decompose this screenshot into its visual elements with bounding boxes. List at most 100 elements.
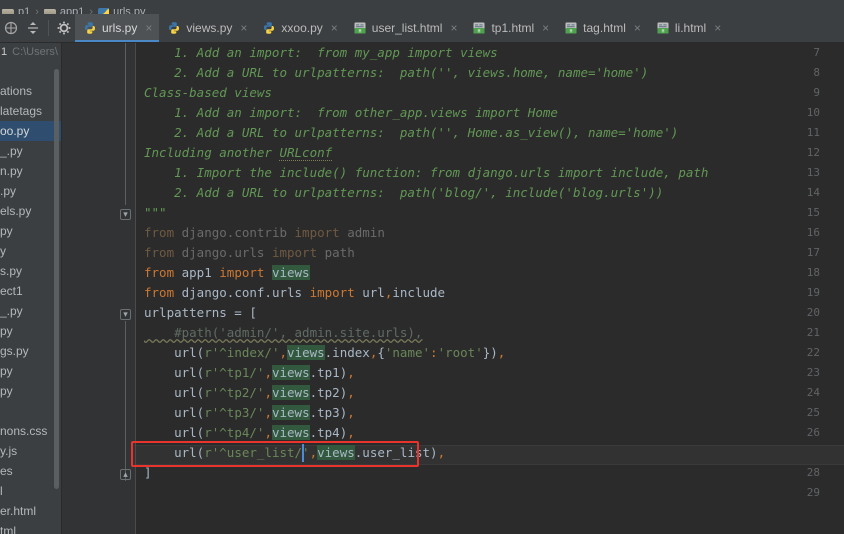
- editor-error-stripe[interactable]: [834, 45, 842, 532]
- tree-item[interactable]: tml: [0, 521, 61, 534]
- tab-close-icon[interactable]: ×: [240, 22, 247, 34]
- tree-item[interactable]: y: [0, 241, 61, 261]
- editor-fold-gutter[interactable]: [117, 43, 136, 534]
- tab-xxoo-py[interactable]: xxoo.py ×: [254, 14, 344, 42]
- tree-item-selected[interactable]: oo.py: [0, 121, 61, 141]
- tab-close-icon[interactable]: ×: [331, 22, 338, 34]
- expand-collapse-icon[interactable]: [22, 14, 44, 42]
- navigate-icon-glyph: [4, 21, 18, 35]
- code-line-10: 1. Add an import: from other_app.views i…: [144, 105, 558, 120]
- breadcrumb-separator: ›: [89, 6, 94, 14]
- fold-guide: [125, 321, 126, 481]
- code-line-15: """: [144, 205, 167, 220]
- python-file-icon: [169, 22, 180, 34]
- fold-guide: [125, 43, 126, 205]
- code-editor[interactable]: 7 8 9 10 11 12 13 14 15 16 17 18 19 20 2…: [62, 43, 844, 534]
- expand-collapse-icon-glyph: [28, 22, 38, 34]
- fold-marker-urlpatterns[interactable]: ▾: [120, 309, 131, 320]
- python-file-icon: [85, 22, 95, 34]
- project-tree-header: 1 C:\Users\: [0, 43, 61, 61]
- html-file-icon: H: [657, 22, 669, 35]
- editor-text-area[interactable]: 1. Add an import: from my_app import vie…: [136, 43, 844, 534]
- settings-gear-icon[interactable]: [53, 14, 75, 42]
- tree-item[interactable]: py: [0, 321, 61, 341]
- tree-item[interactable]: y.js: [0, 441, 61, 461]
- code-line-19: from django.conf.urls import url,include: [144, 285, 446, 300]
- project-path: C:\Users\: [12, 46, 58, 58]
- tab-close-icon[interactable]: ×: [634, 22, 641, 34]
- tab-tag-html[interactable]: H tag.html ×: [556, 14, 648, 42]
- tree-item[interactable]: latetags: [0, 101, 61, 121]
- tab-label: tag.html: [583, 21, 626, 35]
- project-name: 1: [1, 46, 8, 58]
- navigate-icon[interactable]: [0, 14, 22, 42]
- tab-close-icon[interactable]: ×: [145, 22, 152, 34]
- html-file-icon: H: [565, 22, 577, 35]
- tab-label: xxoo.py: [281, 21, 323, 35]
- tree-item[interactable]: py: [0, 361, 61, 381]
- code-line-20: urlpatterns = [: [144, 305, 257, 320]
- svg-text:H: H: [358, 29, 361, 35]
- tree-item[interactable]: nons.css: [0, 421, 61, 441]
- tree-item[interactable]: s.py: [0, 261, 61, 281]
- svg-text:H: H: [661, 29, 664, 35]
- tab-close-icon[interactable]: ×: [542, 22, 549, 34]
- tree-item[interactable]: es: [0, 461, 61, 481]
- tree-item[interactable]: els.py: [0, 201, 61, 221]
- tree-item[interactable]: ect1: [0, 281, 61, 301]
- tab-tp1-html[interactable]: H tp1.html ×: [464, 14, 556, 42]
- html-file-icon: H: [473, 22, 485, 35]
- fold-marker-docstring[interactable]: ▾: [120, 209, 131, 220]
- tab-li-html[interactable]: H li.html ×: [648, 14, 728, 42]
- breadcrumb-separator: ›: [35, 6, 39, 14]
- toolbar-divider: [48, 20, 49, 36]
- code-line-26: url(r'^tp4/',views.tp4),: [144, 425, 355, 440]
- tree-item[interactable]: py: [0, 381, 61, 401]
- code-line-11: 2. Add a URL to urlpatterns: path('', Ho…: [144, 125, 679, 140]
- code-line-27: url(r'^user_list/',views.user_list),: [144, 445, 446, 460]
- tree-item[interactable]: er.html: [0, 501, 61, 521]
- tab-label: li.html: [674, 21, 707, 35]
- svg-text:H: H: [478, 29, 481, 35]
- tab-label: user_list.html: [371, 21, 443, 35]
- tab-close-icon[interactable]: ×: [714, 22, 721, 34]
- tree-item[interactable]: ations: [0, 81, 61, 101]
- editor-gutter[interactable]: [62, 43, 117, 534]
- code-line-17: from django.urls import path: [144, 245, 355, 260]
- settings-gear-icon-glyph: [57, 21, 71, 35]
- code-line-16: from django.contrib import admin: [144, 225, 385, 240]
- breadcrumb-item-project[interactable]: p1: [18, 6, 30, 14]
- tab-urls-py[interactable]: urls.py ×: [75, 14, 160, 42]
- tab-label: views.py: [186, 21, 233, 35]
- tree-item[interactable]: n.py: [0, 161, 61, 181]
- tree-item[interactable]: py: [0, 221, 61, 241]
- project-tree-panel[interactable]: 1 C:\Users\ ations latetags oo.py _.py n…: [0, 43, 62, 534]
- tab-close-icon[interactable]: ×: [450, 22, 457, 34]
- tree-item[interactable]: gs.py: [0, 341, 61, 361]
- code-line-12: Including another URLconf: [144, 145, 333, 161]
- tree-item[interactable]: .py: [0, 181, 61, 201]
- tab-label: tp1.html: [491, 21, 535, 35]
- editor-tab-bar: urls.py × views.py × xxoo.py × H user_li…: [0, 14, 844, 43]
- breadcrumb-item-app[interactable]: app1: [60, 6, 84, 14]
- tab-views-py[interactable]: views.py ×: [159, 14, 254, 42]
- tree-item[interactable]: l: [0, 481, 61, 501]
- code-line-13: 1. Import the include() function: from d…: [144, 165, 709, 180]
- breadcrumb-item-file[interactable]: urls.py: [113, 6, 145, 14]
- fold-marker-close[interactable]: ▴: [120, 469, 131, 480]
- tab-user-list-html[interactable]: H user_list.html ×: [345, 14, 465, 42]
- python-file-icon: [264, 22, 275, 34]
- text-caret: [302, 444, 304, 462]
- code-line-28: ]: [144, 465, 152, 480]
- tree-item[interactable]: _.py: [0, 301, 61, 321]
- svg-text:H: H: [570, 29, 573, 35]
- tree-item[interactable]: [0, 401, 61, 421]
- tree-item[interactable]: _.py: [0, 141, 61, 161]
- ide-window: p1 › app1 › urls.py urls.py × views.py ×…: [0, 0, 844, 534]
- code-line-22: url(r'^index/',views.index,{'name':'root…: [144, 345, 506, 360]
- project-tree-scrollbar[interactable]: [54, 69, 59, 489]
- code-line-21: #path('admin/', admin.site.urls),: [144, 325, 423, 340]
- code-line-7: 1. Add an import: from my_app import vie…: [144, 45, 498, 60]
- code-line-23: url(r'^tp1/',views.tp1),: [144, 365, 355, 380]
